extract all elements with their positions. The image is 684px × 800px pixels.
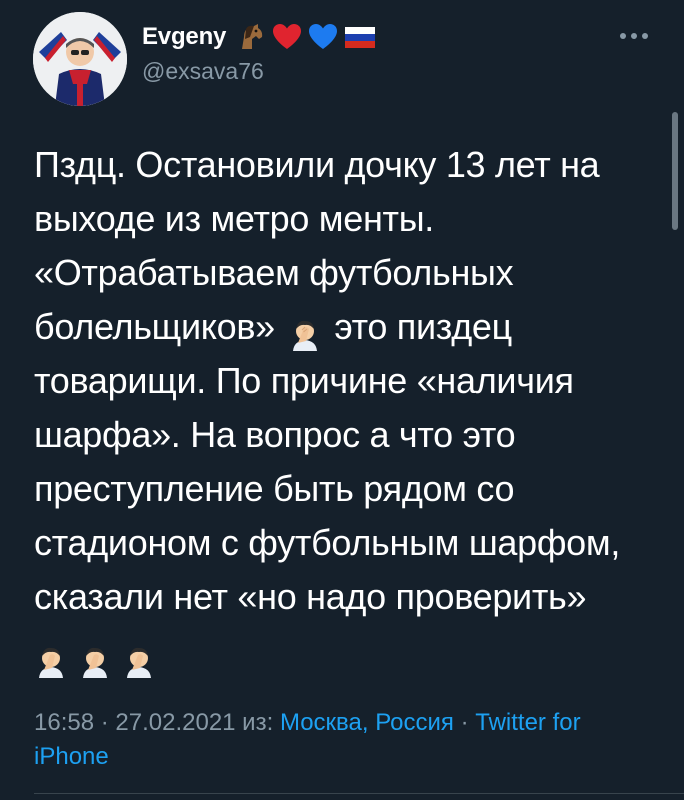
- tweet-date[interactable]: 27.02.2021: [115, 709, 235, 736]
- scrollbar[interactable]: [672, 112, 678, 230]
- facepalm-icon: [34, 639, 68, 678]
- blue-heart-icon: [308, 23, 338, 51]
- tweet-time[interactable]: 16:58: [34, 709, 94, 736]
- russia-flag-icon: [344, 25, 376, 49]
- ellipsis-icon: [620, 33, 648, 39]
- divider: [34, 793, 684, 794]
- name-emojis: [236, 23, 376, 51]
- facepalm-icon: [122, 639, 156, 678]
- tweet-text-part-2: это пиздец товарищи. По причине «наличия…: [34, 306, 630, 617]
- red-heart-icon: [272, 23, 302, 51]
- meta-separator: ·: [453, 709, 476, 736]
- avatar[interactable]: [33, 12, 127, 106]
- tweet-meta: 16:58 · 27.02.2021 из: Москва, Россия · …: [34, 706, 658, 774]
- more-options-button[interactable]: [616, 22, 652, 50]
- author-name-row[interactable]: Evgeny: [142, 23, 376, 51]
- location-link[interactable]: Москва, Россия: [280, 709, 454, 736]
- author-name[interactable]: Evgeny: [142, 23, 226, 51]
- trailing-emojis: [34, 628, 658, 684]
- meta-separator: ·: [94, 709, 116, 736]
- facepalm-icon: [78, 639, 112, 678]
- author-handle[interactable]: @exsava76: [142, 58, 264, 85]
- tweet-header: Evgeny @exsava76: [0, 0, 684, 120]
- tweet-text: Пздц. Остановили дочку 13 лет на выходе …: [34, 138, 658, 684]
- facepalm-icon: [288, 312, 322, 352]
- from-label: из:: [235, 709, 280, 736]
- horse-icon: [236, 23, 266, 51]
